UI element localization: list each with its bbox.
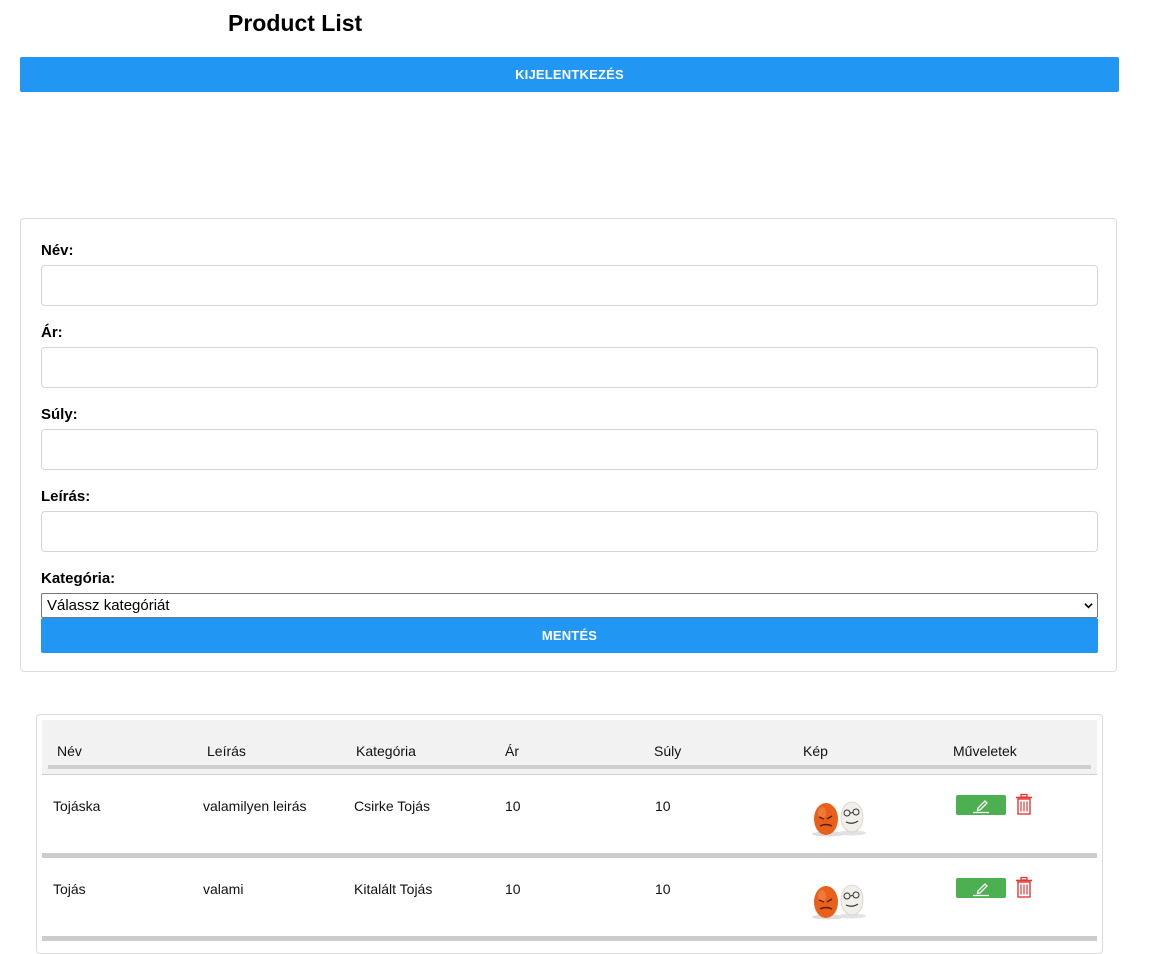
cell-weight: 10 — [655, 881, 671, 897]
header-price: Ár — [505, 743, 519, 759]
category-selected-value: Válassz kategóriát — [47, 597, 170, 614]
cell-name: Tojás — [53, 881, 86, 897]
table-row: Tojás valami Kitalált Tojás 10 10 — [42, 858, 1097, 941]
header-description: Leírás — [207, 743, 246, 759]
pencil-icon — [973, 800, 989, 814]
header-divider — [48, 765, 1091, 769]
cell-weight: 10 — [655, 798, 671, 814]
description-label: Leírás: — [41, 488, 91, 505]
page-title: Product List — [228, 10, 363, 36]
cell-name: Tojáska — [53, 798, 101, 814]
cell-price: 10 — [505, 881, 521, 897]
header-name: Név — [57, 743, 82, 759]
header-weight: Súly — [654, 743, 682, 759]
chevron-down-icon — [1084, 603, 1093, 609]
table-row: Tojáska valamilyen leirás Csirke Tojás 1… — [42, 775, 1097, 858]
cell-category: Csirke Tojás — [354, 798, 430, 814]
row-divider — [42, 936, 1097, 941]
price-input[interactable] — [41, 347, 1098, 388]
cell-description: valamilyen leirás — [203, 798, 307, 814]
pencil-icon — [973, 883, 989, 897]
cell-price: 10 — [505, 798, 521, 814]
edit-button[interactable] — [956, 878, 1006, 898]
product-form: Név: Ár: Súly: Leírás: Kategória: Válass… — [20, 218, 1117, 672]
logout-button[interactable]: KIJELENTKEZÉS — [20, 57, 1119, 92]
trash-icon[interactable] — [1015, 876, 1033, 898]
category-select[interactable]: Válassz kategóriát — [41, 593, 1098, 618]
cell-category: Kitalált Tojás — [354, 881, 433, 897]
name-input[interactable] — [41, 265, 1098, 306]
description-input[interactable] — [41, 511, 1098, 552]
trash-icon[interactable] — [1015, 793, 1033, 815]
cell-description: valami — [203, 881, 244, 897]
weight-input[interactable] — [41, 429, 1098, 470]
edit-button[interactable] — [956, 795, 1006, 815]
name-label: Név: — [41, 242, 74, 259]
header-image: Kép — [803, 743, 828, 759]
save-button[interactable]: MENTÉS — [41, 618, 1098, 653]
category-label: Kategória: — [41, 570, 116, 587]
weight-label: Súly: — [41, 406, 78, 423]
eggs-image — [812, 884, 866, 920]
eggs-image — [812, 801, 866, 837]
table-header: Név Leírás Kategória Ár Súly Kép Művelet… — [42, 720, 1097, 775]
price-label: Ár: — [41, 324, 63, 341]
header-category: Kategória — [356, 743, 416, 759]
header-actions: Műveletek — [953, 743, 1017, 759]
product-table: Név Leírás Kategória Ár Súly Kép Művelet… — [36, 714, 1103, 954]
